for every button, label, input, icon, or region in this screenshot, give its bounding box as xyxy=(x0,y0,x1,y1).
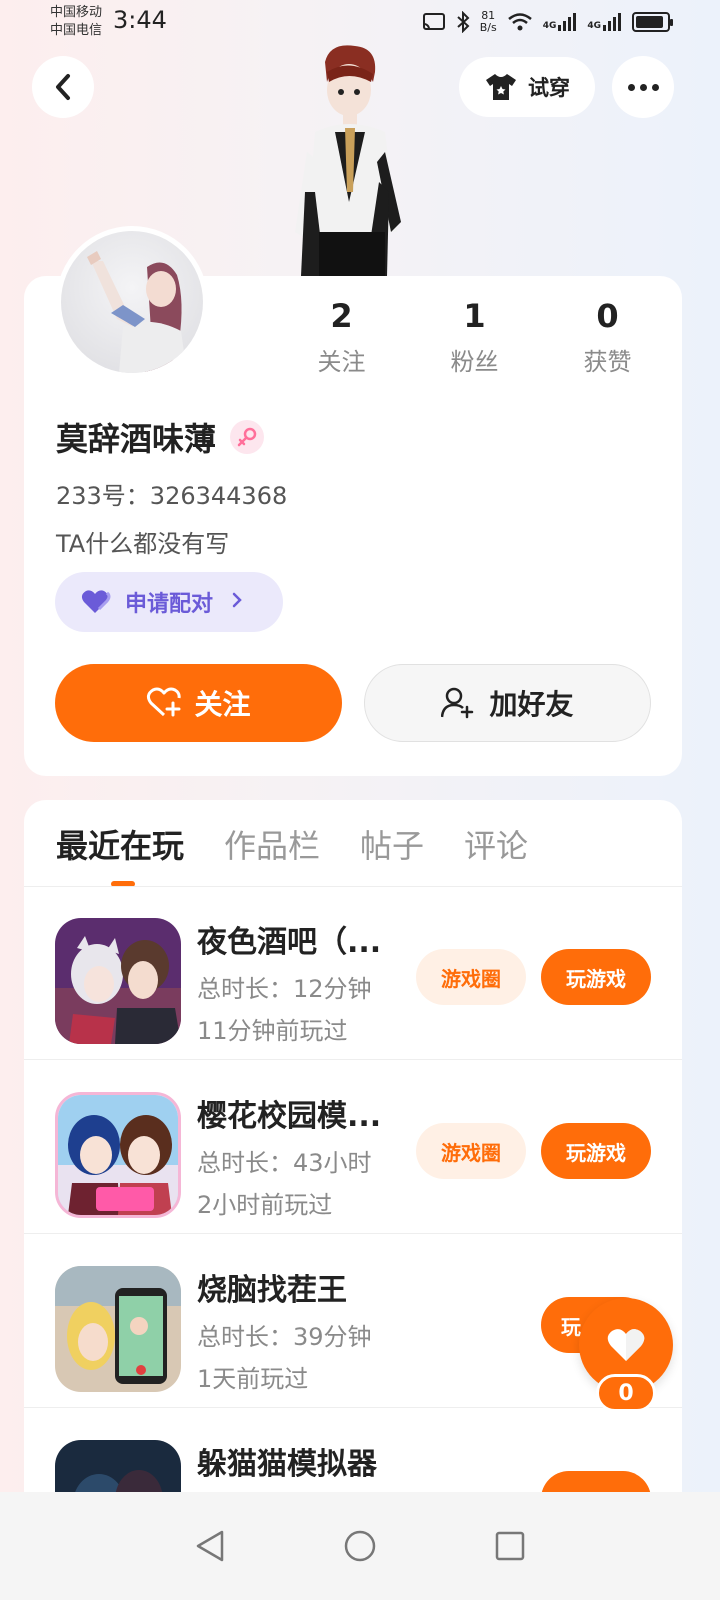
tab-recently-played[interactable]: 最近在玩 xyxy=(56,824,184,868)
game-title: 烧脑找茬王 xyxy=(197,1273,347,1308)
try-on-label: 试穿 xyxy=(528,76,570,100)
game-icon xyxy=(55,1092,181,1218)
following-label: 关注 xyxy=(317,348,366,376)
row-divider xyxy=(24,1407,682,1408)
back-button[interactable] xyxy=(32,56,94,118)
game-last-played: 1天前玩过 xyxy=(197,1365,309,1393)
square-recents-icon xyxy=(495,1531,525,1561)
carrier-1: 中国移动 xyxy=(50,5,103,20)
tab-posts[interactable]: 帖子 xyxy=(360,824,424,868)
tab-works[interactable]: 作品栏 xyxy=(224,824,320,868)
circle-home-icon xyxy=(344,1530,376,1562)
triangle-back-icon xyxy=(196,1530,224,1562)
row-divider xyxy=(24,1059,682,1060)
try-on-button[interactable]: 试穿 xyxy=(459,57,595,117)
game-last-played: 11分钟前玩过 xyxy=(197,1017,348,1045)
game-icon xyxy=(55,1266,181,1392)
add-friend-button[interactable]: 加好友 xyxy=(364,664,651,742)
fans-count: 1 xyxy=(463,297,486,335)
status-icons: 81 B/s 4G 4G xyxy=(422,9,673,34)
play-game-button[interactable]: 玩游戏 xyxy=(541,1123,651,1179)
user-id: 233号：326344368 xyxy=(56,482,288,510)
row-divider xyxy=(24,1233,682,1234)
nav-back-button[interactable] xyxy=(190,1526,230,1566)
game-last-played: 2小时前玩过 xyxy=(197,1191,333,1219)
play-game-button[interactable]: 玩游戏 xyxy=(541,949,651,1005)
game-duration: 总时长：39分钟 xyxy=(197,1323,372,1351)
clock: 3:44 xyxy=(113,6,167,34)
wifi-icon xyxy=(507,13,532,31)
follow-button[interactable]: 关注 xyxy=(55,664,342,742)
net-speed: 81 B/s xyxy=(479,9,497,34)
like-count-badge: 0 xyxy=(596,1374,656,1412)
following-count: 2 xyxy=(330,297,353,335)
avatar-character-image xyxy=(87,251,187,373)
heart-plus-icon xyxy=(147,687,182,717)
carrier-2: 中国电信 xyxy=(50,23,103,38)
game-item[interactable]: 夜色酒吧（... 总时长：12分钟 11分钟前玩过 游戏圈 玩游戏 xyxy=(24,887,682,1060)
username: 莫辞酒味薄 xyxy=(56,420,217,458)
request-pair-label: 申请配对 xyxy=(125,592,214,617)
status-bar: 中国移动 中国电信 3:44 81 B/s 4G 4G xyxy=(0,0,720,48)
game-title: 樱花校园模... xyxy=(197,1099,382,1134)
tshirt-icon xyxy=(486,74,516,100)
profile-stats: 2 关注 1 粉丝 0 获赞 xyxy=(275,296,675,377)
user-bio: TA什么都没有写 xyxy=(56,530,230,558)
profile-tabs: 最近在玩 作品栏 帖子 评论 xyxy=(56,824,528,868)
avatar[interactable] xyxy=(56,226,208,378)
likes-count: 0 xyxy=(596,297,619,335)
game-circle-button[interactable]: 游戏圈 xyxy=(416,949,526,1005)
battery-icon xyxy=(632,12,673,32)
username-row: 莫辞酒味薄 xyxy=(56,414,265,460)
stat-following[interactable]: 2 关注 xyxy=(275,296,408,377)
stat-fans[interactable]: 1 粉丝 xyxy=(408,296,541,377)
fans-label: 粉丝 xyxy=(450,348,499,376)
female-icon xyxy=(230,420,265,454)
back-arrow-icon xyxy=(56,74,70,100)
carrier-info: 中国移动 中国电信 xyxy=(50,4,102,40)
more-options-button[interactable] xyxy=(612,56,674,118)
game-item[interactable]: 烧脑找茬王 总时长：39分钟 1天前玩过 玩 xyxy=(24,1235,682,1408)
tab-comments[interactable]: 评论 xyxy=(464,824,528,868)
follow-label: 关注 xyxy=(194,688,251,721)
avatar-character-figure xyxy=(295,45,401,276)
nav-home-button[interactable] xyxy=(340,1526,380,1566)
game-item[interactable]: 樱花校园模... 总时长：43小时 2小时前玩过 游戏圈 玩游戏 xyxy=(24,1061,682,1234)
heart-icon xyxy=(607,1329,645,1361)
request-pair-button[interactable]: 申请配对 xyxy=(55,572,283,632)
more-icon xyxy=(627,83,659,91)
chevron-right-icon xyxy=(231,590,243,615)
bluetooth-icon xyxy=(457,11,470,33)
game-title: 夜色酒吧（... xyxy=(197,925,382,960)
game-icon xyxy=(55,918,181,1044)
system-nav-bar xyxy=(0,1492,720,1600)
game-duration: 总时长：43小时 xyxy=(197,1149,372,1177)
add-user-icon xyxy=(441,687,474,719)
game-title: 躲猫猫模拟器 xyxy=(197,1447,377,1482)
heart-pair-icon xyxy=(81,590,111,613)
add-friend-label: 加好友 xyxy=(489,688,574,721)
likes-label: 获赞 xyxy=(583,348,632,376)
signal-1-icon: 4G xyxy=(543,13,578,31)
signal-2-icon: 4G xyxy=(587,13,622,31)
nav-recents-button[interactable] xyxy=(490,1526,530,1566)
game-circle-button[interactable]: 游戏圈 xyxy=(416,1123,526,1179)
stat-likes[interactable]: 0 获赞 xyxy=(541,296,674,377)
game-duration: 总时长：12分钟 xyxy=(197,975,372,1003)
cast-icon xyxy=(422,13,445,30)
